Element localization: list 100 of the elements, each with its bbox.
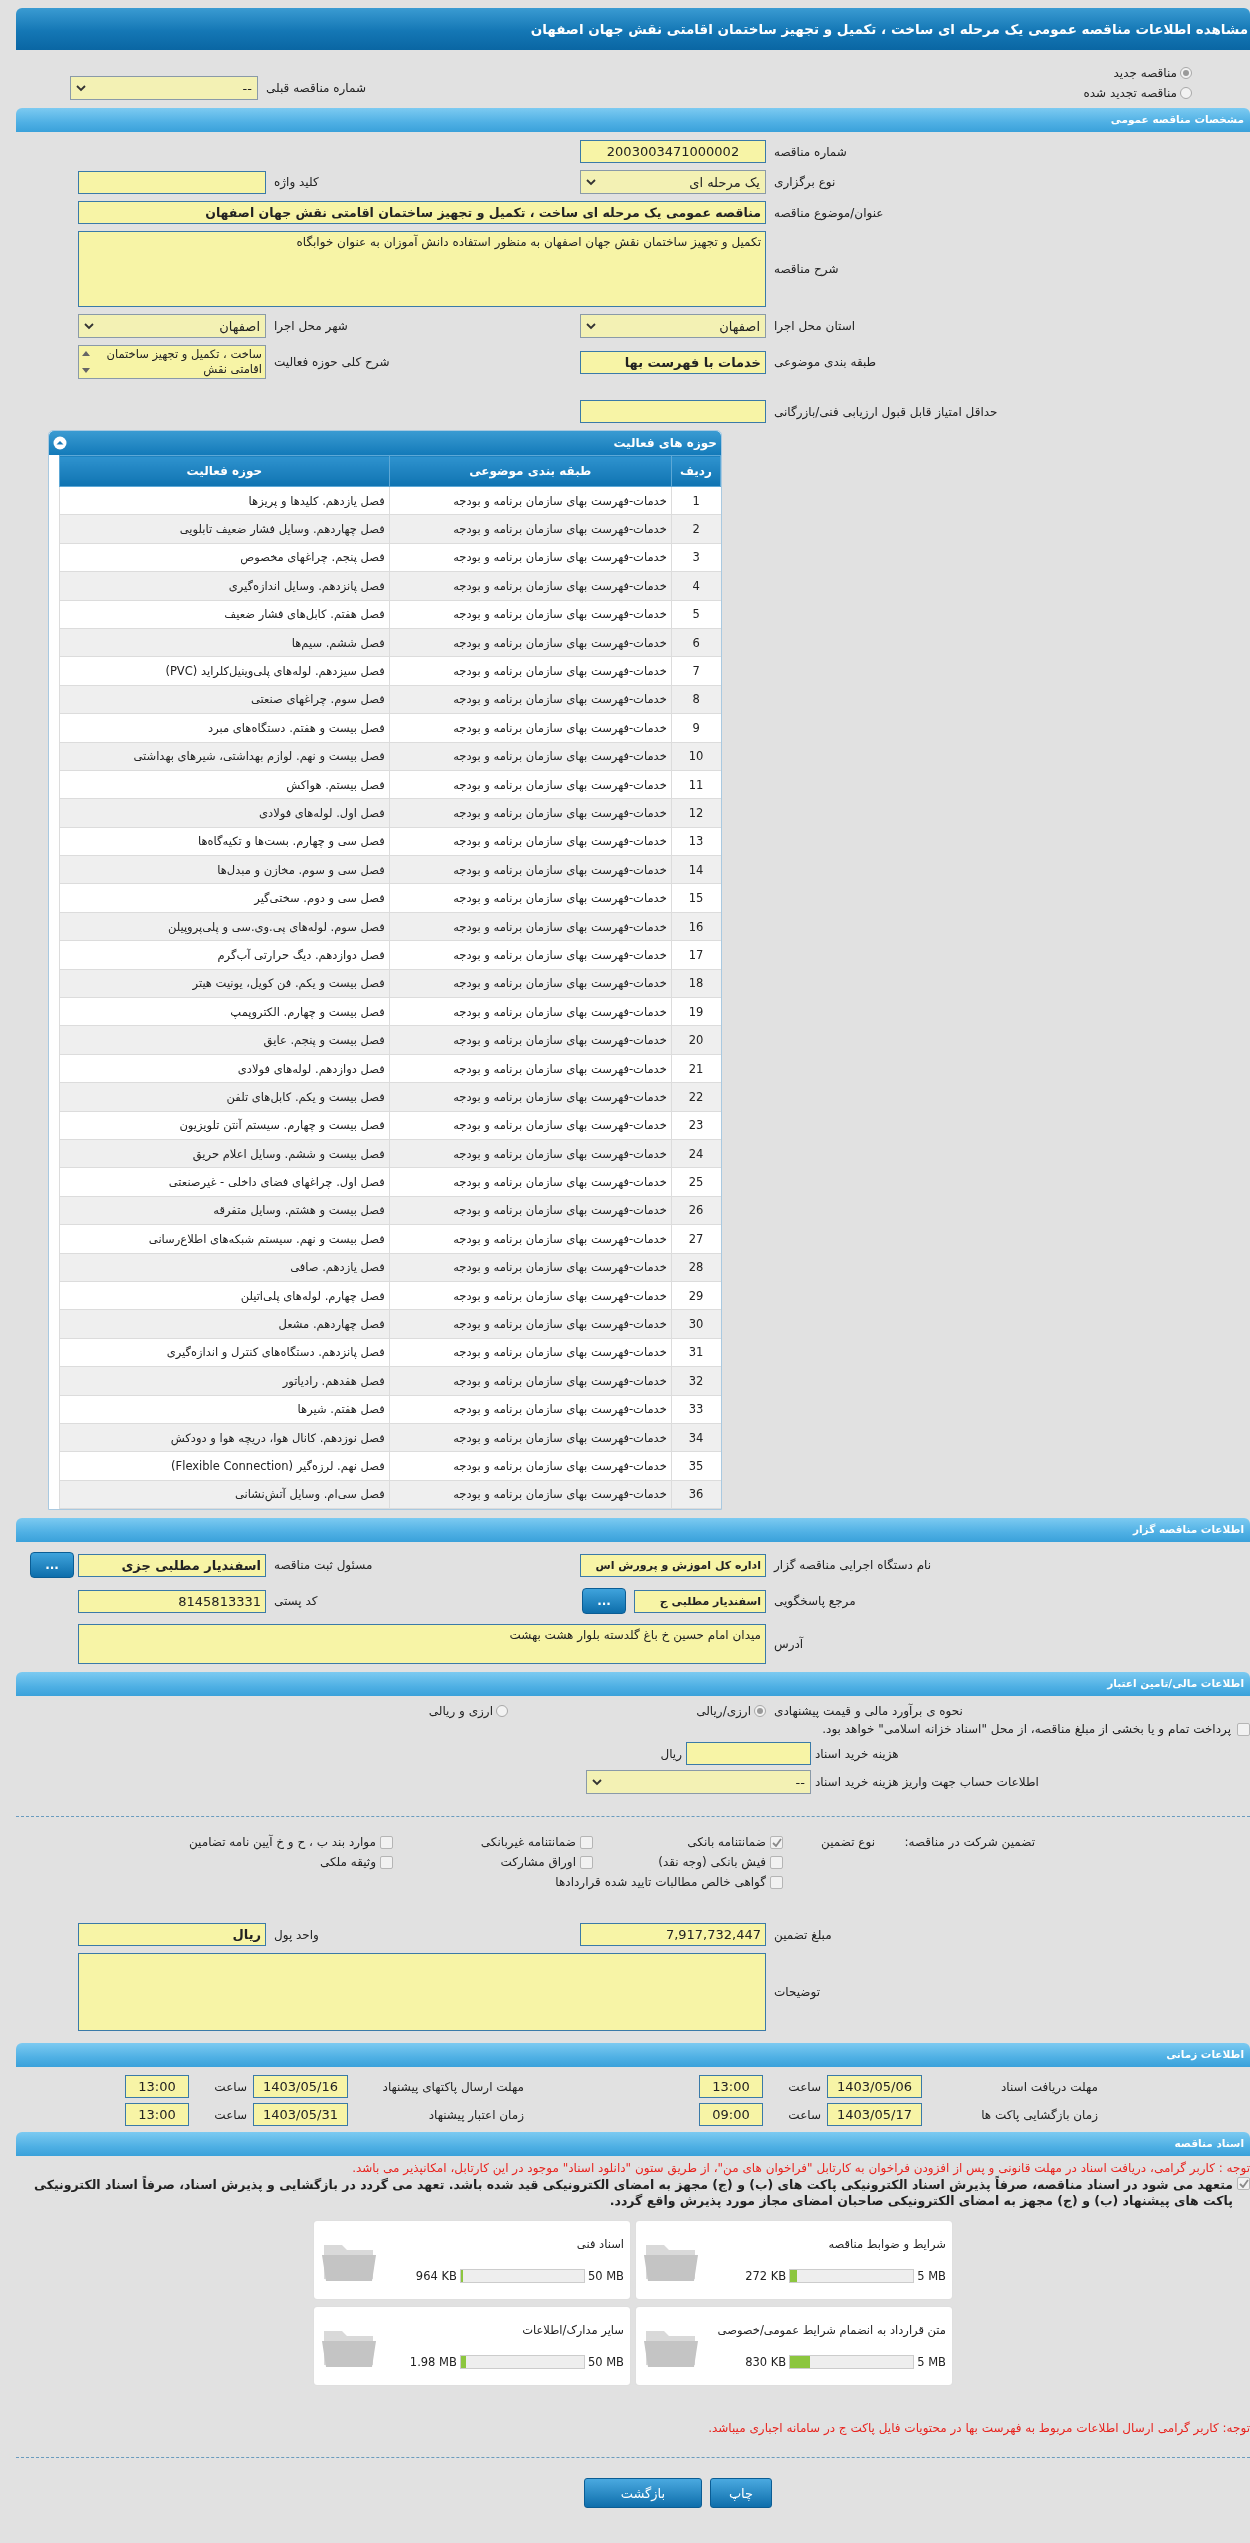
notice-text: توجه : کاربر گرامی، دریافت اسناد در مهلت قانونی و پس از افزودن فراخوان به کارتابل "فراخوان های من"، از طریق ستون "دانلود اسناد" موجود در این کارتابل، امکانپذیر می باشد. [351,2161,1250,2176]
radio-button[interactable] [754,1705,766,1718]
table-cell: خدمات-فهرست بهای سازمان برنامه و بودجه [389,1480,672,1509]
checkbox[interactable] [380,1835,393,1849]
province-select[interactable]: اصفهان [580,314,766,338]
table-cell: 31 [671,1338,721,1367]
field-label: نحوه ی برآورد مالی و قیمت پیشنهادی [773,1704,964,1719]
postal-code-field[interactable]: 8145813331 [78,1589,266,1613]
table-cell: فصل سی و سوم. مخازن و مبدل‌ها [59,855,390,884]
radio-label: ارزی/ریالی [696,1704,751,1719]
field-label: ساعت [787,2079,822,2094]
table-cell: خدمات-فهرست بهای سازمان برنامه و بودجه [389,571,672,601]
date-field[interactable]: 1403/05/17 [827,2103,922,2127]
table-cell: خدمات-فهرست بهای سازمان برنامه و بودجه [389,770,672,799]
executor-field[interactable]: اداره کل اموزش و پرورش اس [580,1553,766,1577]
table-cell: خدمات-فهرست بهای سازمان برنامه و بودجه [389,656,672,686]
table-cell: فصل سی و دوم. سختی‌گیر [59,883,390,913]
field-label: هزینه خرید اسناد [815,1746,900,1761]
radio-button[interactable] [1180,67,1192,79]
print-button[interactable]: چاپ [709,2478,773,2509]
responder-field[interactable]: اسفندیار مطلبی ج [634,1589,766,1613]
currency-field[interactable]: ریال [78,1923,266,1947]
checkbox[interactable] [580,1855,593,1869]
checkbox[interactable] [580,1835,593,1849]
time-field[interactable]: 13:00 [125,2103,189,2127]
collapse-icon[interactable] [53,436,67,450]
field-label: حداقل امتیاز قابل قبول ارزیابی فنی/بازرگانی [773,404,999,419]
time-field[interactable]: 09:00 [699,2103,763,2127]
table-cell: فصل هفدهم. رادیاتور [59,1366,390,1395]
table-cell: 16 [671,912,721,941]
field-label: توضیحات [773,1985,822,2000]
table-cell: 10 [671,742,721,771]
table-cell: فصل سوم. چراغهای صنعتی [59,685,390,714]
field-label: تضمین شرکت در مناقصه: [903,1835,1035,1850]
checkbox-label: ضمانتنامه بانکی [687,1835,766,1850]
checkbox[interactable] [770,1875,783,1889]
table-cell: 6 [671,628,721,657]
date-field[interactable]: 1403/05/31 [253,2103,348,2127]
table-cell: فصل بیست و یکم. کابل‌های تلفن [59,1082,390,1112]
date-field[interactable]: 1403/05/06 [827,2075,922,2099]
guarantee-amount-field[interactable]: 7,917,732,447 [580,1923,766,1947]
description-field[interactable]: تکمیل و تجهیز ساختمان نقش جهان اصفهان به منظور استفاده دانش آموزان به عنوان خوابگاه [78,231,766,307]
time-field[interactable]: 13:00 [125,2075,189,2099]
table-cell: 22 [671,1082,721,1112]
table-cell: فصل بیست و هشتم. وسایل متفرقه [59,1196,390,1225]
table-cell: فصل چهاردهم. مشعل [59,1309,390,1339]
document-fee-field[interactable] [686,1742,811,1766]
size-limit: 5 MB [917,2355,946,2370]
table-cell: فصل پنجم. چراغهای مخصوص [59,543,390,572]
table-cell: خدمات-فهرست بهای سازمان برنامه و بودجه [389,798,672,828]
caret-icon [586,322,596,330]
field-label: آدرس [773,1637,805,1652]
activity-list-box[interactable]: ساخت ، تکمیل و تجهیز ساختمان اقامتی نقش [78,345,266,379]
table-cell: خدمات-فهرست بهای سازمان برنامه و بودجه [389,1366,672,1395]
browse-button[interactable]: ... [30,1552,74,1579]
table-cell: 2 [671,514,721,544]
radio-button[interactable] [496,1705,508,1718]
radio-label: مناقصه تجدید شده [1083,86,1177,100]
table-cell: خدمات-فهرست بهای سازمان برنامه و بودجه [389,514,672,544]
table-cell: خدمات-فهرست بهای سازمان برنامه و بودجه [389,1167,672,1197]
checkbox[interactable] [380,1855,393,1869]
previous-tender-select[interactable]: -- [70,76,258,100]
time-field[interactable]: 13:00 [699,2075,763,2099]
keyword-field[interactable] [78,170,266,194]
city-select[interactable]: اصفهان [78,314,266,338]
table-cell: 1 [671,486,721,515]
document-name: شرایط و ضوابط مناقصه [827,2237,946,2252]
checkbox[interactable] [770,1855,783,1869]
table-cell: خدمات-فهرست بهای سازمان برنامه و بودجه [389,486,672,515]
table-cell: فصل چهارم. لوله‌های پلی‌اتیلن [59,1281,390,1310]
tender-number-field[interactable]: 2003003471000002 [580,140,766,163]
table-cell: فصل بیست و یکم. فن کویل، یونیت هیتر [59,969,390,998]
radio-button[interactable] [1180,87,1192,99]
table-cell: 26 [671,1196,721,1225]
checkbox[interactable] [1237,1722,1250,1736]
table-cell: خدمات-فهرست بهای سازمان برنامه و بودجه [389,1111,672,1140]
min-score-field[interactable] [580,400,766,423]
table-cell: فصل بیست و هفتم. دستگاه‌های مبرد [59,713,390,742]
size-limit: 50 MB [587,2269,624,2284]
table-cell: 35 [671,1451,721,1481]
table-cell: 14 [671,855,721,884]
checkbox[interactable] [1237,2177,1250,2191]
registrar-field[interactable]: اسفندیار مطلبی جزی [78,1553,266,1577]
field-label: ساعت [213,2079,248,2094]
address-field[interactable]: میدان امام حسین خ باغ گلدسته بلوار هشت بهشت [78,1624,766,1665]
table-cell: فصل یازدهم. کلیدها و پریزها [59,486,390,515]
field-label: نوع تضمین [820,1835,875,1850]
notes-field[interactable] [78,1953,766,2032]
browse-button[interactable]: ... [582,1588,626,1615]
caret-icon [586,178,596,186]
holding-type-select[interactable]: یک مرحله ای [580,170,766,194]
checkbox[interactable] [770,1835,783,1849]
table-cell: خدمات-فهرست بهای سازمان برنامه و بودجه [389,1281,672,1310]
table-cell: 19 [671,997,721,1026]
subject-field[interactable]: مناقصه عمومی یک مرحله ای ساخت ، تکمیل و تجهیز ساختمان اقامتی نقش جهان اصفهان [78,201,766,224]
category-field[interactable]: خدمات با فهرست بها [580,350,766,374]
back-button[interactable]: بازگشت [583,2478,702,2509]
date-field[interactable]: 1403/05/16 [253,2075,348,2099]
section-header: اطلاعات زمانی [16,2043,1250,2068]
account-select[interactable]: -- [586,1770,811,1795]
